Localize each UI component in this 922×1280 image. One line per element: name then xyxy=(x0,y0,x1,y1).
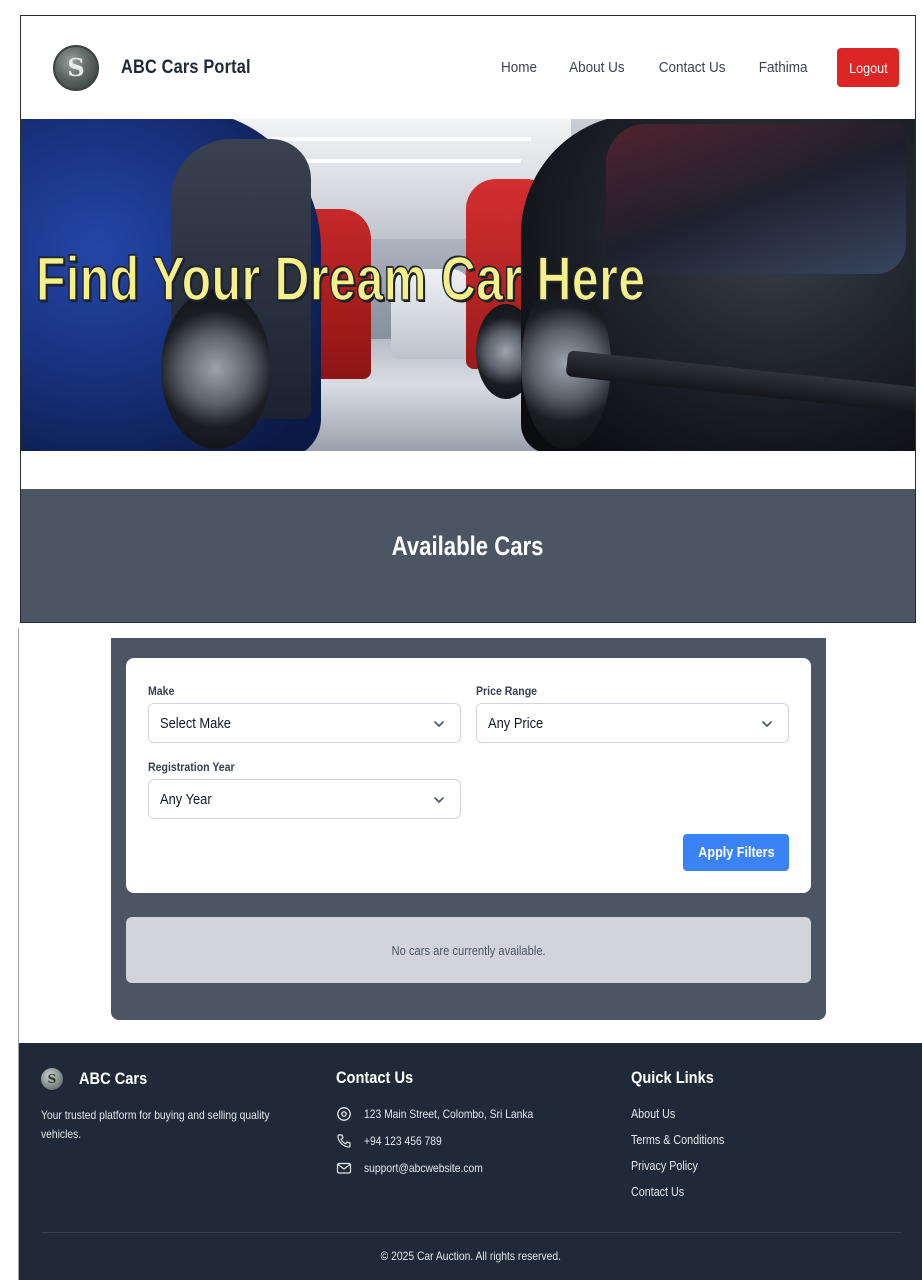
footer-logo: S xyxy=(41,1068,63,1090)
bottom-screenshot: Make Select Make Price Range Any Price R… xyxy=(18,628,922,1280)
year-label: Registration Year xyxy=(148,760,235,774)
available-cars-panel: Make Select Make Price Range Any Price R… xyxy=(111,638,826,1020)
footer-brand: S ABC Cars xyxy=(41,1068,341,1090)
brand[interactable]: S ABC Cars Portal xyxy=(53,44,272,91)
empty-state: No cars are currently available. xyxy=(126,917,811,983)
footer-link-privacy[interactable]: Privacy Policy xyxy=(631,1153,724,1179)
make-select[interactable]: Select Make xyxy=(148,703,461,743)
section-title-text: Available Cars xyxy=(392,531,544,561)
price-select[interactable]: Any Price xyxy=(476,703,789,743)
nav-link-home[interactable]: Home xyxy=(501,59,537,76)
footer-link-about-us[interactable]: About Us xyxy=(631,1101,724,1127)
hero-ceiling-light xyxy=(271,137,531,141)
footer-divider xyxy=(41,1232,901,1233)
empty-state-message: No cars are currently available. xyxy=(391,942,546,958)
spacer xyxy=(21,451,915,489)
mail-icon xyxy=(336,1162,352,1174)
hero-banner: Find Your Dream Car Here xyxy=(21,119,915,451)
logo: S xyxy=(53,44,99,91)
footer-contact-list: 123 Main Street, Colombo, Sri Lanka +94 … xyxy=(336,1100,561,1181)
price-label: Price Range xyxy=(476,684,538,698)
footer-email: support@abcwebsite.com xyxy=(336,1154,561,1181)
navbar: S ABC Cars Portal Home About Us Contact … xyxy=(21,16,915,119)
footer-links-heading: Quick Links xyxy=(631,1068,714,1087)
footer-links-column: Quick Links About Us Terms & Conditions … xyxy=(631,1068,739,1205)
footer-links-list: About Us Terms & Conditions Privacy Poli… xyxy=(631,1101,739,1205)
footer-contact-column: Contact Us 123 Main Street, Colombo, Sri… xyxy=(336,1068,561,1181)
nav-link-about-us[interactable]: About Us xyxy=(569,59,625,76)
footer-link-contact-us[interactable]: Contact Us xyxy=(631,1179,724,1205)
filter-card: Make Select Make Price Range Any Price R… xyxy=(126,658,811,893)
price-select-value: Any Price xyxy=(488,714,544,732)
brand-name: ABC Cars Portal xyxy=(121,56,251,78)
footer: S ABC Cars Your trusted platform for buy… xyxy=(19,1043,922,1280)
footer-copyright-text: © 2025 Car Auction. All rights reserved. xyxy=(380,1249,562,1263)
top-screenshot: S ABC Cars Portal Home About Us Contact … xyxy=(20,15,916,623)
logo-letter: S xyxy=(67,53,85,82)
chevron-down-icon xyxy=(434,797,444,803)
footer-address-text: 123 Main Street, Colombo, Sri Lanka xyxy=(364,1106,534,1121)
map-pin-icon xyxy=(337,1106,351,1121)
year-select-value: Any Year xyxy=(160,790,212,808)
footer-phone: +94 123 456 789 xyxy=(336,1127,561,1154)
chevron-down-icon xyxy=(434,721,444,727)
footer-link-terms[interactable]: Terms & Conditions xyxy=(631,1127,724,1153)
footer-email-text[interactable]: support@abcwebsite.com xyxy=(364,1161,483,1175)
footer-phone-text: +94 123 456 789 xyxy=(364,1133,442,1148)
nav-links: Home About Us Contact Us Fathima Logout xyxy=(499,48,899,87)
make-label: Make xyxy=(148,684,175,698)
footer-contact-heading: Contact Us xyxy=(336,1068,414,1087)
apply-filters-label: Apply Filters xyxy=(697,844,775,861)
make-select-value: Select Make xyxy=(160,714,231,732)
nav-link-contact-us[interactable]: Contact Us xyxy=(658,59,725,76)
section-title: Available Cars xyxy=(21,531,915,562)
footer-copyright: © 2025 Car Auction. All rights reserved. xyxy=(19,1249,922,1263)
phone-icon xyxy=(337,1133,351,1148)
hero-title: Find Your Dream Car Here xyxy=(35,244,646,315)
footer-address: 123 Main Street, Colombo, Sri Lanka xyxy=(336,1100,561,1127)
logout-button[interactable]: Logout xyxy=(837,48,899,87)
hero-ceiling-light xyxy=(291,159,521,163)
nav-link-user[interactable]: Fathima xyxy=(759,59,808,76)
year-select[interactable]: Any Year xyxy=(148,779,461,819)
logout-label: Logout xyxy=(848,59,888,76)
available-cars-section: Available Cars xyxy=(21,489,915,622)
chevron-down-icon xyxy=(762,721,772,727)
apply-filters-button[interactable]: Apply Filters xyxy=(683,834,789,871)
footer-description: Your trusted platform for buying and sel… xyxy=(41,1108,270,1141)
hero-car-reflection xyxy=(606,124,906,274)
footer-brand-name: ABC Cars xyxy=(79,1069,148,1088)
footer-logo-letter: S xyxy=(47,1072,57,1086)
footer-about-column: S ABC Cars Your trusted platform for buy… xyxy=(41,1068,341,1144)
